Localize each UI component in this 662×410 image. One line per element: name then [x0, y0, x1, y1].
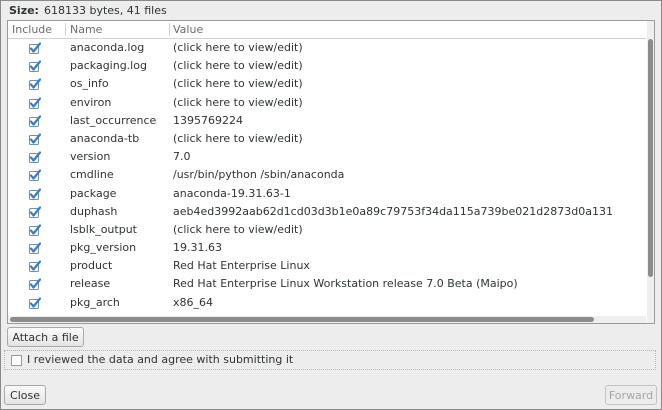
include-cell: [29, 203, 43, 221]
horizontal-scrollbar[interactable]: [8, 316, 646, 323]
value-cell[interactable]: (click here to view/edit): [173, 221, 303, 239]
table-row[interactable]: pkg_arch x86_64: [8, 294, 646, 312]
value-cell[interactable]: Red Hat Enterprise Linux Workstation rel…: [173, 275, 518, 293]
horizontal-scroll-thumb[interactable]: [10, 317, 594, 322]
table-row[interactable]: cmdline/usr/bin/python /sbin/anaconda: [8, 166, 646, 184]
value-cell[interactable]: aeb4ed3992aab62d1cd03d3b1e0a89c79753f34d…: [173, 203, 613, 221]
column-separator: [65, 23, 66, 36]
name-cell: anaconda.log: [70, 41, 145, 54]
table-row[interactable]: environ (click here to view/edit): [8, 94, 646, 112]
table-row[interactable]: last_occurrence 1395769224: [8, 112, 646, 130]
name-cell: os_info: [70, 77, 109, 91]
include-cell: [29, 185, 43, 203]
agree-checkbox[interactable]: [11, 355, 22, 366]
forward-button[interactable]: Forward: [605, 385, 657, 405]
table-row[interactable]: version 7.0: [8, 148, 646, 166]
column-separator: [169, 23, 170, 36]
table-header: Include Name Value: [8, 21, 646, 39]
include-checkbox-checked-icon[interactable]: [29, 96, 41, 109]
include-checkbox-checked-icon[interactable]: [29, 115, 41, 127]
value-cell[interactable]: Red Hat Enterprise Linux: [173, 257, 310, 275]
include-checkbox-checked-icon[interactable]: [29, 242, 41, 255]
include-checkbox-checked-icon[interactable]: [29, 151, 41, 164]
include-cell: [29, 112, 43, 130]
table-row[interactable]: lsblk_output (click here to view/edit): [8, 221, 646, 239]
value-cell[interactable]: x86_64: [173, 294, 213, 312]
name-cell: release: [70, 277, 111, 291]
table-row[interactable]: anaconda-tb (click here to view/edit): [8, 130, 646, 148]
include-cell: [29, 294, 43, 312]
value-cell[interactable]: anaconda-19.31.63-1: [173, 185, 291, 203]
value-cell[interactable]: (click here to view/edit): [173, 57, 303, 75]
include-checkbox-checked-icon[interactable]: [29, 224, 41, 236]
value-cell[interactable]: 19.31.63: [173, 239, 222, 257]
value-cell[interactable]: (click here to view/edit): [173, 75, 303, 93]
include-cell: [29, 275, 43, 293]
name-cell: packaging.log: [70, 59, 147, 73]
size-label: Size:: [9, 4, 39, 17]
name-cell: version: [70, 150, 111, 164]
table-row[interactable]: os_info (click here to view/edit): [8, 75, 646, 93]
size-value: 618133 bytes, 41 files: [43, 4, 167, 17]
include-checkbox-checked-icon[interactable]: [29, 78, 41, 91]
agree-row[interactable]: I reviewed the data and agree with submi…: [4, 350, 656, 370]
size-summary: Size: 618133 bytes, 41 files: [9, 4, 167, 18]
name-cell: package: [70, 186, 117, 200]
column-header-name[interactable]: Name: [70, 21, 170, 38]
include-cell: [29, 130, 43, 148]
name-cell: last_occurrence: [70, 113, 157, 127]
name-cell: environ: [70, 95, 112, 109]
agree-label[interactable]: I reviewed the data and agree with submi…: [27, 351, 293, 369]
include-checkbox-checked-icon[interactable]: [29, 278, 41, 291]
column-header-include[interactable]: Include: [12, 21, 64, 38]
table-row[interactable]: duphash aeb4ed3992aab62d1cd03d3b1e0a89c79…: [8, 203, 646, 221]
include-cell: [29, 239, 43, 257]
include-cell: [29, 166, 43, 184]
name-cell: cmdline: [70, 168, 114, 182]
include-checkbox-checked-icon[interactable]: [29, 260, 41, 273]
value-cell[interactable]: 7.0: [173, 148, 191, 166]
include-cell: [29, 57, 43, 75]
table-body: anaconda.log (click here to view/edit) pac…: [8, 39, 646, 312]
include-checkbox-checked-icon[interactable]: [29, 133, 41, 145]
close-button[interactable]: Close: [4, 385, 46, 405]
value-cell[interactable]: (click here to view/edit): [173, 130, 303, 148]
table-row[interactable]: packaging.log (click here to view/edit): [8, 57, 646, 75]
table-row[interactable]: anaconda.log (click here to view/edit): [8, 39, 646, 57]
name-cell: lsblk_output: [70, 222, 137, 236]
include-checkbox-checked-icon[interactable]: [29, 42, 41, 54]
include-checkbox-checked-icon[interactable]: [29, 60, 41, 73]
column-header-value[interactable]: Value: [173, 21, 633, 38]
include-cell: [29, 94, 43, 112]
include-cell: [29, 75, 43, 93]
include-checkbox-checked-icon[interactable]: [29, 187, 41, 200]
name-cell: duphash: [70, 204, 118, 218]
include-cell: [29, 257, 43, 275]
name-cell: pkg_version: [70, 241, 137, 255]
table-row[interactable]: release Red Hat Enterprise Linux Workstat…: [8, 275, 646, 293]
attach-file-button[interactable]: Attach a file: [7, 327, 84, 347]
vertical-scrollbar[interactable]: [647, 21, 654, 323]
value-cell[interactable]: (click here to view/edit): [173, 94, 303, 112]
value-cell[interactable]: /usr/bin/python /sbin/anaconda: [173, 166, 344, 184]
include-checkbox-checked-icon[interactable]: [29, 169, 41, 182]
vertical-scroll-thumb[interactable]: [648, 39, 653, 277]
value-cell[interactable]: (click here to view/edit): [173, 39, 303, 57]
include-cell: [29, 39, 43, 57]
table-row[interactable]: package anaconda-19.31.63-1: [8, 185, 646, 203]
table-row[interactable]: product Red Hat Enterprise Linux: [8, 257, 646, 275]
table-row[interactable]: pkg_version 19.31.63: [8, 239, 646, 257]
include-cell: [29, 148, 43, 166]
include-checkbox-checked-icon[interactable]: [29, 206, 41, 218]
include-cell: [29, 221, 43, 239]
name-cell: product: [70, 259, 113, 273]
name-cell: anaconda-tb: [70, 131, 140, 145]
value-cell[interactable]: 1395769224: [173, 112, 243, 130]
data-table: Include Name Value anaconda.log (click he…: [7, 20, 655, 324]
name-cell: pkg_arch: [70, 295, 120, 309]
include-checkbox-checked-icon[interactable]: [29, 297, 41, 309]
